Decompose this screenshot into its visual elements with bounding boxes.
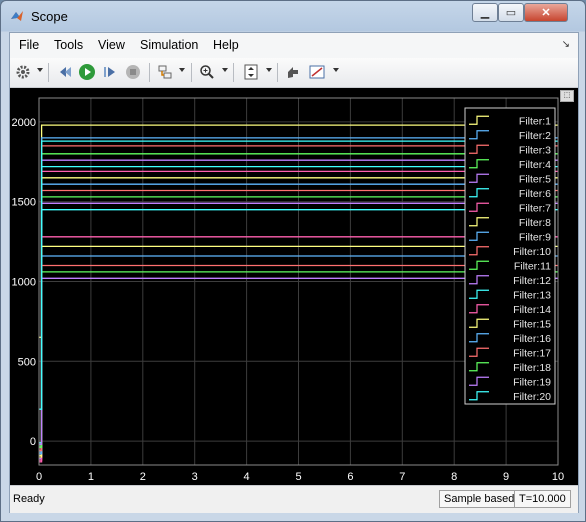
toolbar-separator bbox=[48, 63, 49, 82]
scope-window: Scope ▁ ▭ ✕ File Tools View Simulation H… bbox=[0, 0, 586, 522]
step-back-icon[interactable] bbox=[56, 63, 74, 81]
style-icon[interactable] bbox=[308, 63, 326, 81]
matlab-icon bbox=[11, 11, 23, 21]
menu-view[interactable]: View bbox=[98, 38, 125, 52]
run-icon[interactable] bbox=[78, 63, 96, 81]
minimize-button[interactable]: ▁ bbox=[472, 3, 498, 22]
zoom-dropdown-icon[interactable] bbox=[222, 68, 228, 72]
y-tick-label: 0 bbox=[30, 436, 36, 448]
legend-label[interactable]: Filter:3 bbox=[519, 144, 551, 156]
y-tick-labels: 0 500 1000 1500 2000 bbox=[12, 117, 36, 448]
x-tick-label: 5 bbox=[295, 471, 301, 483]
status-bar: Ready Sample based T=10.000 bbox=[10, 485, 578, 513]
stop-icon[interactable] bbox=[124, 63, 142, 81]
menu-simulation[interactable]: Simulation bbox=[140, 38, 198, 52]
legend-label[interactable]: Filter:9 bbox=[519, 231, 551, 243]
window-title: Scope bbox=[31, 9, 68, 24]
scope-display[interactable]: 0 1 2 3 4 5 6 7 8 9 10 0 500 1000 1500 2000 Filter:1 Fi… bbox=[10, 88, 578, 485]
menu-bar: File Tools View Simulation Help ↘ bbox=[10, 33, 578, 58]
x-tick-label: 8 bbox=[451, 471, 457, 483]
step-forward-icon[interactable] bbox=[101, 63, 119, 81]
title-bar[interactable]: Scope ▁ ▭ ✕ bbox=[1, 1, 585, 31]
y-tick-label: 500 bbox=[18, 356, 36, 368]
style-dropdown-icon[interactable] bbox=[333, 68, 339, 72]
toolbar bbox=[10, 58, 578, 88]
gear-icon[interactable] bbox=[14, 63, 32, 81]
legend-label[interactable]: Filter:15 bbox=[513, 318, 551, 330]
status-time: T=10.000 bbox=[514, 490, 571, 508]
legend-label[interactable]: Filter:5 bbox=[519, 173, 551, 185]
minimize-icon: ▁ bbox=[480, 7, 490, 19]
x-tick-label: 4 bbox=[244, 471, 250, 483]
toolbar-separator bbox=[277, 63, 278, 82]
menu-help[interactable]: Help bbox=[213, 38, 239, 52]
client-area: File Tools View Simulation Help ↘ 0 1 2 … bbox=[9, 32, 579, 513]
y-tick-label: 1000 bbox=[12, 277, 36, 289]
toolbar-separator bbox=[149, 63, 150, 82]
menu-file[interactable]: File bbox=[19, 38, 39, 52]
legend-label[interactable]: Filter:8 bbox=[519, 217, 551, 229]
signal-select-dropdown-icon[interactable] bbox=[179, 68, 185, 72]
legend-label[interactable]: Filter:19 bbox=[513, 376, 551, 388]
legend-label[interactable]: Filter:18 bbox=[513, 362, 551, 374]
x-tick-label: 2 bbox=[140, 471, 146, 483]
undock-icon[interactable]: ⬚ bbox=[560, 90, 574, 102]
menu-tools[interactable]: Tools bbox=[54, 38, 83, 52]
x-tick-label: 0 bbox=[36, 471, 42, 483]
y-tick-label: 2000 bbox=[12, 117, 36, 129]
status-text: Ready bbox=[13, 493, 45, 505]
y-tick-label: 1500 bbox=[12, 197, 36, 209]
status-mode: Sample based bbox=[439, 490, 520, 508]
legend-label[interactable]: Filter:20 bbox=[513, 391, 551, 403]
x-tick-label: 10 bbox=[552, 471, 564, 483]
legend-label[interactable]: Filter:17 bbox=[513, 347, 551, 359]
x-tick-labels: 0 1 2 3 4 5 6 7 8 9 10 bbox=[36, 471, 564, 483]
zoom-in-icon[interactable] bbox=[198, 63, 216, 81]
maximize-button[interactable]: ▭ bbox=[498, 3, 524, 22]
legend-label[interactable]: Filter:12 bbox=[513, 275, 551, 287]
close-icon: ✕ bbox=[541, 7, 551, 19]
close-button[interactable]: ✕ bbox=[524, 3, 568, 22]
x-tick-label: 9 bbox=[503, 471, 509, 483]
maximize-icon: ▭ bbox=[505, 7, 517, 19]
legend-label[interactable]: Filter:4 bbox=[519, 159, 551, 171]
x-tick-label: 6 bbox=[347, 471, 353, 483]
legend-label[interactable]: Filter:13 bbox=[513, 289, 551, 301]
signal-select-icon[interactable] bbox=[156, 63, 174, 81]
legend-label[interactable]: Filter:1 bbox=[519, 115, 551, 127]
dock-arrow-icon[interactable]: ↘ bbox=[562, 39, 570, 50]
plot-svg[interactable]: 0 1 2 3 4 5 6 7 8 9 10 0500100015002000 Filter:1Fi… bbox=[10, 88, 578, 485]
x-tick-label: 3 bbox=[192, 471, 198, 483]
legend-label[interactable]: Filter:6 bbox=[519, 188, 551, 200]
x-tick-label: 7 bbox=[399, 471, 405, 483]
legend-label[interactable]: Filter:7 bbox=[519, 202, 551, 214]
legend-label[interactable]: Filter:2 bbox=[519, 130, 551, 142]
highlight-icon[interactable] bbox=[284, 63, 302, 81]
toolbar-separator bbox=[233, 63, 234, 82]
autoscale-icon[interactable] bbox=[242, 63, 260, 81]
legend: Filter:1 Filter:2 Filter:3 Filter:4 Filter:5… bbox=[464, 107, 556, 405]
toolbar-separator bbox=[191, 63, 192, 82]
autoscale-dropdown-icon[interactable] bbox=[266, 68, 272, 72]
x-tick-label: 1 bbox=[88, 471, 94, 483]
legend-label[interactable]: Filter:14 bbox=[513, 304, 551, 316]
legend-label[interactable]: Filter:11 bbox=[514, 260, 551, 272]
legend-label[interactable]: Filter:16 bbox=[513, 333, 551, 345]
gear-dropdown-icon[interactable] bbox=[37, 68, 43, 72]
legend-label[interactable]: Filter:10 bbox=[513, 246, 551, 258]
